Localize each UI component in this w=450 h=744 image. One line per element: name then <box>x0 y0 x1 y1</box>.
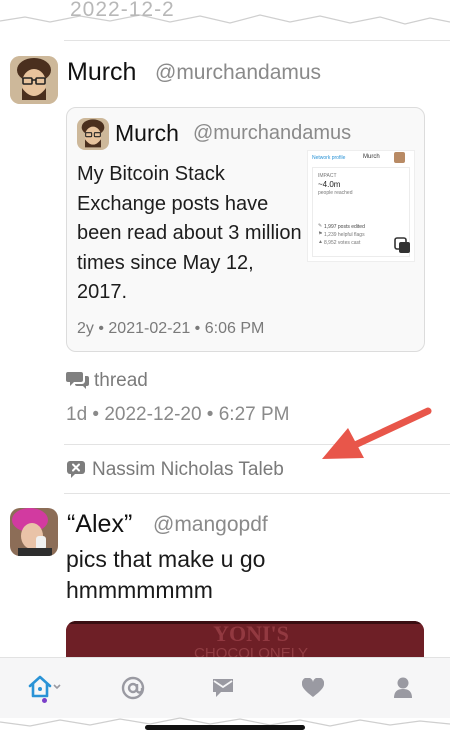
quoted-post-card[interactable]: Murch @murchandamus My Bitcoin Stack Exc… <box>66 107 425 352</box>
murch-avatar-icon <box>77 118 109 150</box>
vote-icon: ▲ <box>318 239 323 245</box>
post-text: pics that make u go hmmmmmmm <box>66 546 266 603</box>
quoted-author-name: Murch <box>115 120 179 146</box>
avatar[interactable] <box>10 508 58 556</box>
divider <box>64 493 450 494</box>
post-image[interactable]: YONI'S CHOCOLONELY <box>66 621 424 661</box>
thumb-reach-value: ~4.0m <box>318 180 341 189</box>
author-handle[interactable]: @mangopdf <box>153 513 268 537</box>
quoted-post-meta[interactable]: 2y • 2021-02-21 • 6:06 PM <box>77 320 264 338</box>
tab-profile[interactable] <box>383 668 423 708</box>
active-tab-dot <box>42 698 47 703</box>
quoted-media-thumbnail[interactable]: Network profile Murch IMPACT ~4.0m peopl… <box>307 150 415 262</box>
at-icon <box>121 676 145 700</box>
divider <box>64 40 450 41</box>
author-name[interactable]: “Alex” <box>67 510 132 539</box>
quoted-post-text: My Bitcoin Stack Exchange posts have bee… <box>77 163 302 303</box>
quoted-author-handle: @murchandamus <box>193 122 352 144</box>
heart-icon <box>302 678 324 697</box>
thumb-section: IMPACT <box>318 173 337 179</box>
alex-avatar-icon <box>10 508 58 556</box>
thumb-avatar <box>394 152 405 163</box>
thumb-reach-label: people reached <box>318 190 353 196</box>
tab-messages[interactable] <box>203 668 243 708</box>
person-icon <box>394 677 412 698</box>
murch-avatar-icon <box>10 56 58 104</box>
tab-mentions[interactable] <box>113 668 153 708</box>
arrow-annotation <box>322 407 432 459</box>
author-handle[interactable]: @murchandamus <box>155 61 321 85</box>
author-name[interactable]: Murch <box>67 58 136 87</box>
post-image-artwork: YONI'S CHOCOLONELY <box>66 621 424 661</box>
svg-text:YONI'S: YONI'S <box>213 621 289 646</box>
home-indicator <box>145 725 305 730</box>
flag-icon: ⚑ <box>318 231 323 237</box>
cut-off-date: 2022-12-2 <box>70 0 175 21</box>
thread-link[interactable]: thread <box>94 370 148 392</box>
thumb-stat-2: 1,239 helpful flags <box>324 232 365 238</box>
repost-label[interactable]: Nassim Nicholas Taleb <box>92 459 284 481</box>
post-meta[interactable]: 1d • 2022-12-20 • 6:27 PM <box>66 404 290 426</box>
avatar[interactable] <box>10 56 58 104</box>
thumb-stat-1: 1,997 posts edited <box>324 224 365 230</box>
thumb-stat-3: 8,952 votes cast <box>324 240 361 246</box>
repost-icon <box>67 461 85 478</box>
torn-top-edge <box>0 0 450 25</box>
thumb-header-link: Network profile <box>312 155 346 161</box>
thread-icon <box>66 372 89 389</box>
pencil-icon: ✎ <box>318 223 323 229</box>
tab-favorites[interactable] <box>293 668 333 708</box>
multiple-images-icon <box>394 237 410 253</box>
mail-icon <box>213 679 233 697</box>
thumb-header-name: Murch <box>363 154 380 160</box>
avatar <box>77 118 109 150</box>
tab-bar <box>0 657 450 718</box>
